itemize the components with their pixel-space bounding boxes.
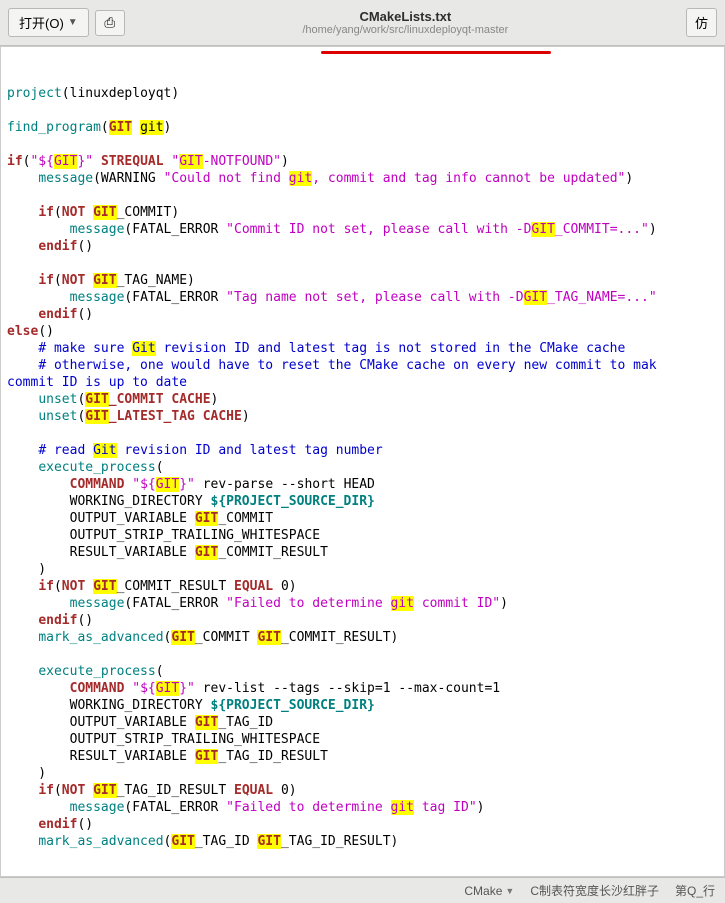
- statusbar: CMake ▼ C制表符宽度长沙红胖子 第Q_行: [0, 877, 725, 903]
- code-editor[interactable]: project(linuxdeployqt) find_program(GIT …: [0, 46, 725, 877]
- toolbar: 打开(O) ▼ ⎙ CMakeLists.txt /home/yang/work…: [0, 0, 725, 46]
- language-selector[interactable]: CMake ▼: [464, 882, 514, 899]
- right-button[interactable]: 仿: [686, 8, 717, 37]
- open-label: 打开(O): [19, 13, 64, 32]
- new-tab-button[interactable]: ⎙: [95, 10, 125, 36]
- annotation-underline: [321, 51, 551, 54]
- file-path: /home/yang/work/src/linuxdeployqt-master: [125, 24, 686, 36]
- title-area: CMakeLists.txt /home/yang/work/src/linux…: [125, 9, 686, 36]
- open-button[interactable]: 打开(O) ▼: [8, 8, 89, 37]
- line-col[interactable]: 第Q_行: [675, 882, 715, 899]
- chevron-down-icon: ▼: [505, 886, 514, 896]
- tab-width-selector[interactable]: C制表符宽度长沙红胖子: [530, 882, 659, 899]
- document-icon: ⎙: [104, 15, 115, 31]
- chevron-down-icon: ▼: [68, 17, 78, 28]
- file-title: CMakeLists.txt: [125, 9, 686, 24]
